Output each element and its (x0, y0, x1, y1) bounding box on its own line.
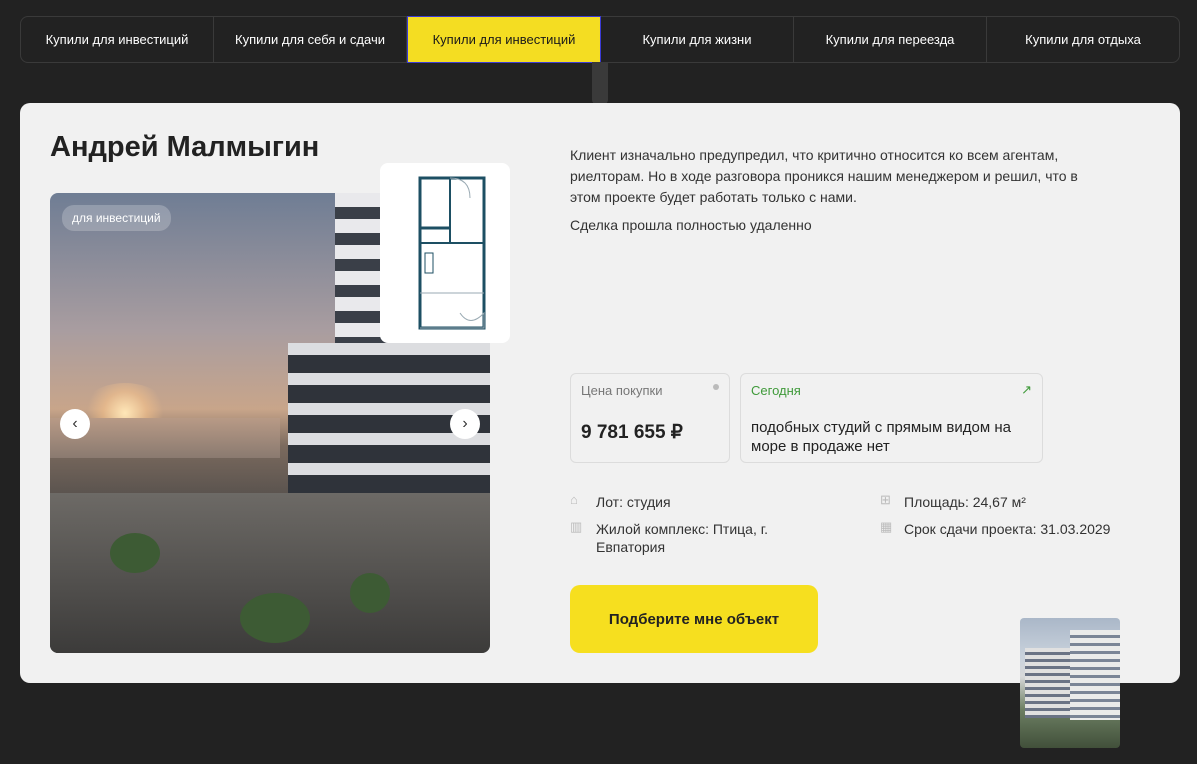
tree (110, 533, 160, 573)
tab-invest-1[interactable]: Купили для инвестиций (21, 17, 214, 62)
price-value: 9 781 655 ₽ (581, 422, 683, 443)
find-property-button[interactable]: Подберите мне объект (570, 585, 818, 653)
case-card: Андрей Малмыгин для инвестиций ‹ › Клиен… (20, 103, 1180, 683)
tab-bar: Купили для инвестиций Купили для себя и … (20, 16, 1180, 63)
lot-type: Лот: студия (596, 494, 671, 510)
tab-self-and-rent[interactable]: Купили для себя и сдачи (214, 17, 407, 62)
tab-label: Купили для переезда (825, 32, 955, 47)
tab-connector (592, 62, 608, 104)
tree (240, 593, 310, 643)
deadline: Срок сдачи проекта: 31.03.2029 (904, 521, 1111, 537)
today-text: подобных студий с прямым видом на море в… (751, 419, 1011, 455)
house-icon: ⌂ (570, 492, 578, 507)
arrow-left-icon[interactable]: ‹ (60, 409, 90, 439)
client-name: Андрей Малмыгин (50, 131, 320, 163)
residential-complex: Жилой комплекс: Птица, г. Евпатория (596, 521, 769, 555)
area: Площадь: 24,67 м² (904, 494, 1026, 510)
building-icon: ▥ (570, 519, 583, 534)
tab-relocation[interactable]: Купили для переезда (794, 17, 987, 62)
thumb-building (1070, 630, 1120, 720)
arrow-right-icon[interactable]: › (450, 409, 480, 439)
tab-label: Купили для отдыха (1025, 32, 1141, 47)
tab-label: Купили для себя и сдачи (235, 32, 385, 47)
tab-invest-2[interactable]: Купили для инвестиций (407, 16, 601, 63)
today-box: Сегодня ↗ подобных студий с прямым видом… (740, 373, 1043, 463)
price-label: Цена покупки (581, 383, 663, 398)
photo-badge: для инвестиций (62, 205, 171, 231)
tab-vacation[interactable]: Купили для отдыха (987, 17, 1179, 62)
tab-life[interactable]: Купили для жизни (601, 17, 794, 62)
today-label: Сегодня (751, 383, 801, 398)
case-description: Клиент изначально предупредил, что крити… (570, 147, 1078, 205)
thumbnail-image[interactable] (1020, 618, 1120, 748)
grid-icon: ⊞ (880, 492, 891, 507)
floor-plan-drawing (418, 176, 486, 330)
tab-label: Купили для инвестиций (45, 32, 189, 47)
tab-label: Купили для жизни (642, 32, 752, 47)
calendar-icon: ▦ (880, 519, 893, 534)
tree (350, 573, 390, 613)
trend-up-icon: ↗ (1021, 382, 1032, 397)
case-description-2: Сделка прошла полностью удаленно (570, 217, 812, 233)
floor-plan[interactable] (380, 163, 510, 343)
dot-icon (713, 384, 719, 390)
thumb-building-2 (1025, 648, 1070, 718)
tab-label: Купили для инвестиций (432, 32, 576, 47)
price-box: Цена покупки 9 781 655 ₽ (570, 373, 730, 463)
